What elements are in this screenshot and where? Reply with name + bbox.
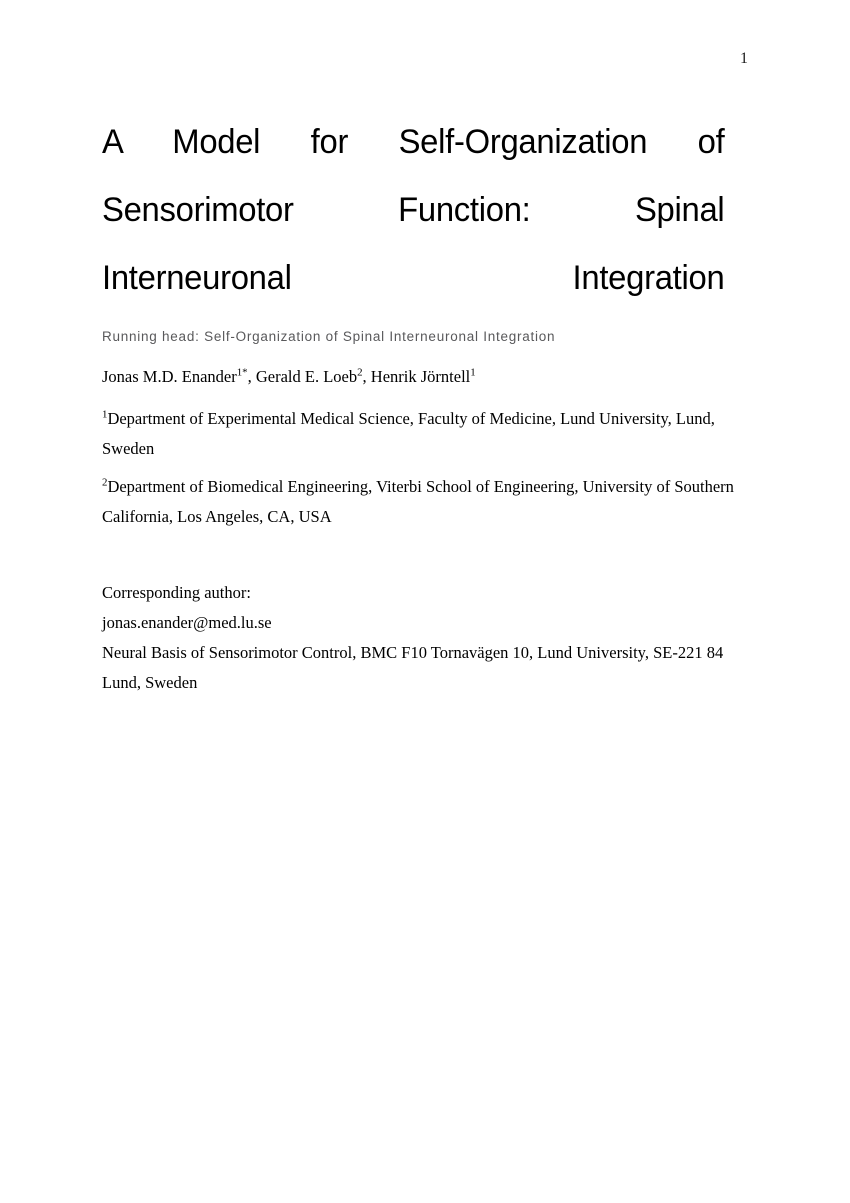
author-separator: , xyxy=(247,367,256,386)
page-number: 1 xyxy=(740,50,748,67)
corresponding-author-label: Corresponding author: xyxy=(102,583,251,602)
affiliation-1: 1Department of Experimental Medical Scie… xyxy=(102,404,747,464)
corresponding-author-address: Neural Basis of Sensorimotor Control, BM… xyxy=(102,643,724,692)
document-page: 1 A Model for Self-Organization of Senso… xyxy=(0,0,850,1203)
affiliation-2: 2Department of Biomedical Engineering, V… xyxy=(102,472,747,532)
author-superscript: 1 xyxy=(470,366,476,379)
corresponding-author-email[interactable]: jonas.enander@med.lu.se xyxy=(102,608,747,638)
author-name: Henrik Jörntell xyxy=(370,367,471,386)
author-name: Jonas M.D. Enander xyxy=(102,367,237,386)
corresponding-author-block: Corresponding author: jonas.enander@med.… xyxy=(102,578,747,698)
author-entry: Gerald E. Loeb2 xyxy=(256,367,363,386)
author-separator: , xyxy=(362,367,371,386)
running-head: Running head: Self-Organization of Spina… xyxy=(102,329,556,344)
author-entry: Jonas M.D. Enander1* xyxy=(102,367,248,386)
author-list: Jonas M.D. Enander1*, Gerald E. Loeb2, H… xyxy=(102,366,747,388)
affiliation-text: Department of Biomedical Engineering, Vi… xyxy=(102,477,734,526)
affiliation-text: Department of Experimental Medical Scien… xyxy=(102,409,715,458)
author-entry: Henrik Jörntell1 xyxy=(371,367,476,386)
author-superscript: 1* xyxy=(236,366,248,379)
author-name: Gerald E. Loeb xyxy=(255,367,358,386)
